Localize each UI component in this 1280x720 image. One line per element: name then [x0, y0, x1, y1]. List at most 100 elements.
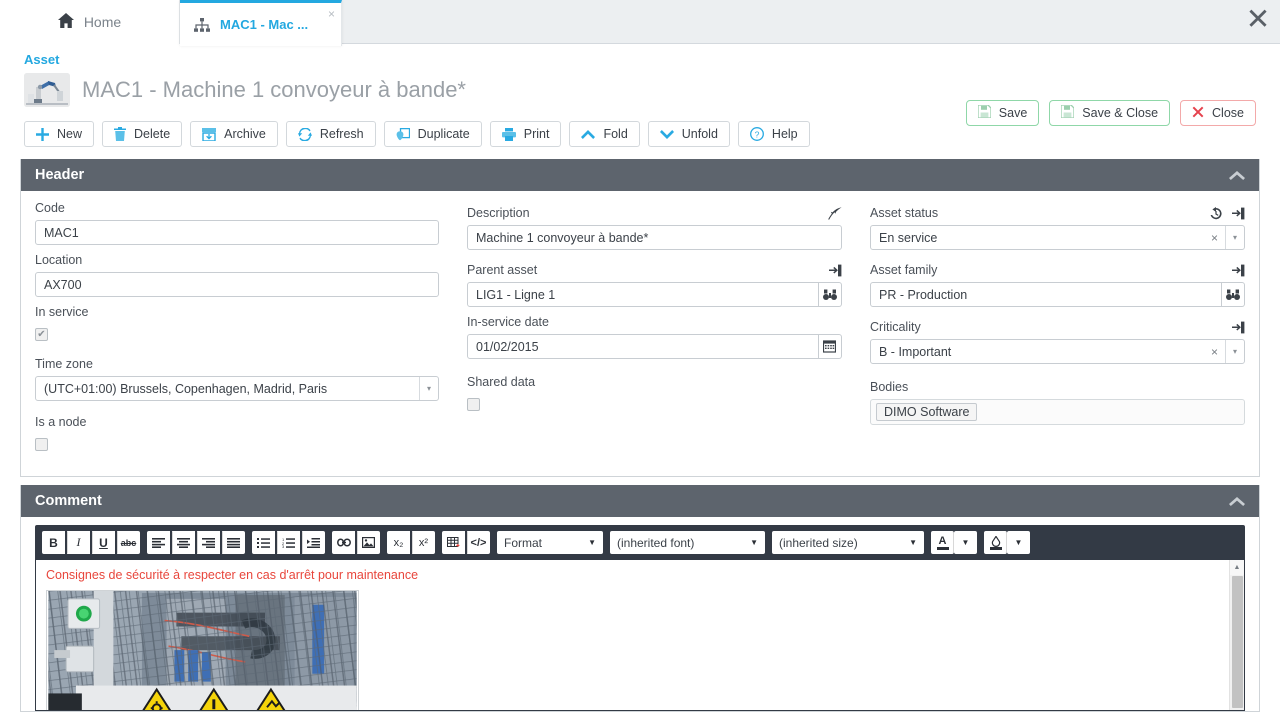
bulleted-list-icon[interactable] [252, 531, 275, 554]
refresh-button[interactable]: Refresh [285, 121, 376, 147]
field-code: Code MAC1 [35, 201, 439, 245]
asset-family-label: Asset family [870, 263, 938, 277]
new-button[interactable]: New [24, 121, 95, 147]
editor-content[interactable]: Consignes de sécurité à respecter en cas… [36, 560, 1229, 710]
bold-icon[interactable]: B [42, 531, 65, 554]
unfold-button[interactable]: Unfold [647, 121, 730, 147]
superscript-icon[interactable]: x² [412, 531, 435, 554]
italic-icon[interactable]: I [67, 531, 90, 554]
link-icon[interactable] [332, 531, 355, 554]
align-justify-icon[interactable] [222, 531, 245, 554]
editor-body[interactable]: Consignes de sécurité à respecter en cas… [35, 560, 1245, 711]
open-link-icon[interactable] [829, 264, 842, 277]
help-label: Help [771, 127, 798, 141]
subscript-icon[interactable]: x₂ [387, 531, 410, 554]
time-zone-label: Time zone [35, 357, 93, 371]
quill-pen-icon[interactable] [827, 207, 842, 220]
time-zone-select[interactable]: (UTC+01:00) Brussels, Copenhagen, Madrid… [35, 376, 439, 401]
asset-family-input[interactable]: PR - Production [870, 282, 1222, 307]
print-button[interactable]: Print [489, 121, 562, 147]
format-select[interactable]: Format ▼ [497, 531, 603, 554]
floppy-disk-icon [977, 104, 992, 121]
binoculars-icon[interactable] [1221, 282, 1245, 307]
align-center-icon[interactable] [172, 531, 195, 554]
scroll-up-icon[interactable]: ▲ [1229, 560, 1244, 575]
editor-toolbar: B I U abc 1 2 3 x₂ x² </> Format ▼ (inhe… [35, 525, 1245, 560]
save-button[interactable]: Save [965, 100, 1040, 126]
open-link-icon[interactable] [1232, 264, 1245, 277]
archive-button[interactable]: Archive [190, 121, 278, 147]
clear-icon[interactable]: × [1204, 231, 1225, 245]
in-service-date-input[interactable]: 01/02/2015 [467, 334, 819, 359]
help-button[interactable]: ? Help [737, 121, 810, 147]
scrollbar-thumb[interactable] [1231, 576, 1243, 708]
indent-icon[interactable] [302, 531, 325, 554]
strikethrough-icon[interactable]: abc [117, 531, 140, 554]
fold-button[interactable]: Fold [569, 121, 640, 147]
save-and-close-button[interactable]: Save & Close [1049, 100, 1171, 126]
open-link-icon[interactable] [1232, 207, 1245, 220]
text-color-icon[interactable]: A [931, 531, 954, 554]
chevron-down-icon[interactable]: ▾ [1225, 226, 1244, 249]
tab-mac1[interactable]: MAC1 - Mac ... × [180, 0, 342, 46]
header-form-grid: Code MAC1 Location AX700 In service Time… [35, 201, 1245, 462]
chevron-down-icon [659, 129, 674, 139]
new-label: New [57, 127, 83, 141]
numbered-list-icon[interactable]: 123 [277, 531, 300, 554]
insert-table-icon[interactable] [442, 531, 465, 554]
background-color-icon[interactable] [984, 531, 1007, 554]
chevron-down-icon[interactable]: ▾ [419, 377, 438, 400]
delete-button[interactable]: Delete [102, 121, 183, 147]
size-select[interactable]: (inherited size) ▼ [772, 531, 924, 554]
underline-icon[interactable]: U [92, 531, 115, 554]
form-column-1: Code MAC1 Location AX700 In service Time… [35, 201, 439, 462]
window-close-icon[interactable] [1244, 4, 1272, 32]
in-service-date-control: 01/02/2015 [467, 334, 842, 359]
asset-status-label: Asset status [870, 206, 939, 220]
svg-text:?: ? [755, 129, 760, 139]
duplicate-icon [396, 127, 410, 141]
description-input[interactable]: Machine 1 convoyeur à bande* [467, 225, 842, 250]
editor-scrollbar[interactable]: ▲ [1229, 560, 1244, 710]
binoculars-icon[interactable] [818, 282, 842, 307]
code-input[interactable]: MAC1 [35, 220, 439, 245]
align-right-icon[interactable] [197, 531, 220, 554]
location-input[interactable]: AX700 [35, 272, 439, 297]
history-icon[interactable] [1209, 207, 1223, 220]
editor-group-table-code: </> [442, 531, 490, 554]
text-color-dropdown-icon[interactable]: ▼ [954, 531, 977, 554]
shared-data-label: Shared data [467, 375, 536, 389]
chevron-down-icon: ▼ [909, 538, 917, 547]
background-color-dropdown-icon[interactable]: ▼ [1007, 531, 1030, 554]
close-button[interactable]: Close [1180, 100, 1256, 126]
header-panel-collapse-icon[interactable] [1229, 168, 1245, 183]
in-service-label: In service [35, 305, 89, 319]
bodies-input[interactable]: DIMO Software [870, 399, 1245, 425]
chevron-down-icon[interactable]: ▾ [1225, 340, 1244, 363]
in-service-checkbox[interactable] [35, 328, 48, 341]
archive-box-icon [202, 127, 217, 141]
font-select[interactable]: (inherited font) ▼ [610, 531, 765, 554]
calendar-icon[interactable] [818, 334, 842, 359]
trash-icon [114, 127, 127, 141]
source-code-icon[interactable]: </> [467, 531, 490, 554]
criticality-select[interactable]: B - Important × ▾ [870, 339, 1245, 364]
comment-panel-collapse-icon[interactable] [1229, 494, 1245, 509]
shared-data-checkbox[interactable] [467, 398, 480, 411]
field-asset-status: Asset status En service × ▾ [870, 201, 1245, 250]
tab-home[interactable]: Home [0, 0, 180, 44]
parent-asset-input[interactable]: LIG1 - Ligne 1 [467, 282, 819, 307]
clear-icon[interactable]: × [1204, 345, 1225, 359]
asset-status-select[interactable]: En service × ▾ [870, 225, 1245, 250]
save-and-close-label: Save & Close [1082, 106, 1159, 120]
page-title: MAC1 - Machine 1 convoyeur à bande* [82, 77, 466, 102]
field-description: Description Machine 1 convoyeur à bande* [467, 201, 842, 250]
image-icon[interactable] [357, 531, 380, 554]
archive-label: Archive [224, 127, 266, 141]
duplicate-button[interactable]: Duplicate [383, 121, 482, 147]
open-link-icon[interactable] [1232, 321, 1245, 334]
tab-close-icon[interactable]: × [328, 8, 335, 20]
background-color-control: ▼ [984, 531, 1030, 554]
is-a-node-checkbox[interactable] [35, 438, 48, 451]
align-left-icon[interactable] [147, 531, 170, 554]
